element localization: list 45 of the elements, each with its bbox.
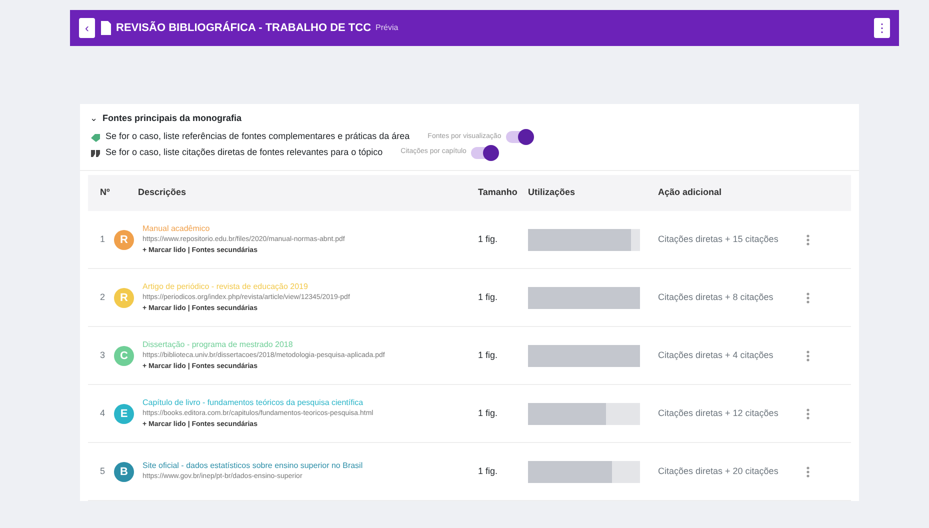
more-icon[interactable] xyxy=(806,466,810,478)
quote-icon xyxy=(90,148,101,158)
toggle-switch[interactable] xyxy=(506,130,532,143)
back-button[interactable]: ‹ xyxy=(79,18,95,38)
more-icon[interactable] xyxy=(806,234,810,246)
size-text: 1 fig. xyxy=(478,408,498,418)
avatar: R xyxy=(114,230,134,250)
avatar: B xyxy=(114,462,134,482)
window-title: REVISÃO BIBLIOGRÁFICA - TRABALHO DE TCC xyxy=(116,20,372,36)
document-icon xyxy=(100,20,112,36)
avatar: R xyxy=(114,288,134,308)
action-text: Citações diretas + 20 citações xyxy=(658,464,778,478)
row-number: 4 xyxy=(100,406,106,420)
size-text: 1 fig. xyxy=(478,292,498,302)
action-text: Citações diretas + 15 citações xyxy=(658,232,778,246)
size-text: 1 fig. xyxy=(478,234,498,244)
avatar: C xyxy=(114,346,134,366)
action-text: Citações diretas + 12 citações xyxy=(658,406,778,420)
avatar: E xyxy=(114,404,134,424)
menu-button[interactable]: ⋮ xyxy=(874,18,890,38)
size-text: 1 fig. xyxy=(478,350,498,360)
row-number: 2 xyxy=(100,290,106,304)
column-header: Tamanho xyxy=(478,187,518,198)
toggle-label: Se for o caso, liste citações diretas de fontes relevantes para o tópico xyxy=(106,146,383,159)
column-header: Utilizações xyxy=(528,187,576,198)
more-icon[interactable] xyxy=(806,292,810,304)
section-title: Fontes principais da monografia xyxy=(102,112,242,125)
more-icon[interactable] xyxy=(806,350,810,362)
row-number: 3 xyxy=(100,348,106,362)
row-number: 5 xyxy=(100,464,106,478)
toggle-label: Se for o caso, liste referências de fontes complementares e práticas da área xyxy=(106,130,410,143)
size-text: 1 fig. xyxy=(478,466,498,476)
column-header: Descrições xyxy=(138,187,186,198)
tag-icon xyxy=(90,132,101,142)
source-title[interactable]: Capítulo de livro - fundamentos teóricos da pesquisa científica xyxy=(142,397,478,409)
column-header: Nº xyxy=(100,187,110,198)
action-text: Citações diretas + 4 citações xyxy=(658,348,774,362)
source-title[interactable]: Site oficial - dados estatísticos sobre ensino superior no Brasil xyxy=(142,460,478,472)
column-header: Ação adicional xyxy=(658,187,722,198)
row-number: 1 xyxy=(100,232,106,246)
more-icon[interactable] xyxy=(806,408,810,420)
caret-icon[interactable]: ⌄ xyxy=(90,112,98,126)
action-text: Citações diretas + 8 citações xyxy=(658,290,774,304)
toggle-switch[interactable] xyxy=(470,146,497,158)
status-label: Prévia xyxy=(376,22,398,34)
